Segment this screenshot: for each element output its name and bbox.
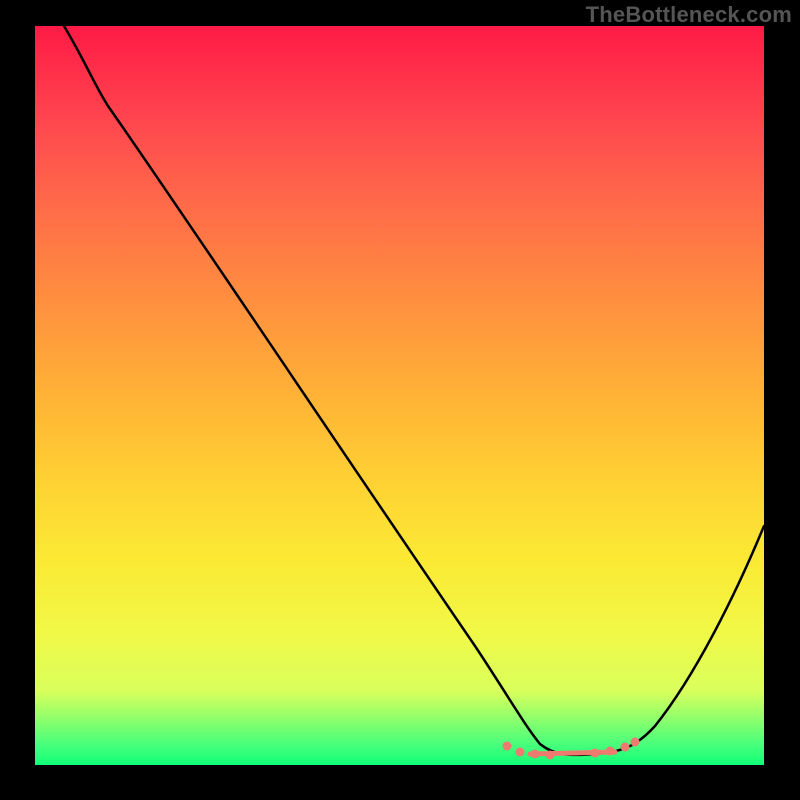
chart-container: TheBottleneck.com: [0, 0, 800, 800]
trough-dots: [503, 738, 640, 760]
plot-area: [35, 26, 764, 765]
curve-layer: [35, 26, 764, 765]
bottleneck-curve: [64, 26, 764, 755]
watermark-text: TheBottleneck.com: [586, 2, 792, 28]
